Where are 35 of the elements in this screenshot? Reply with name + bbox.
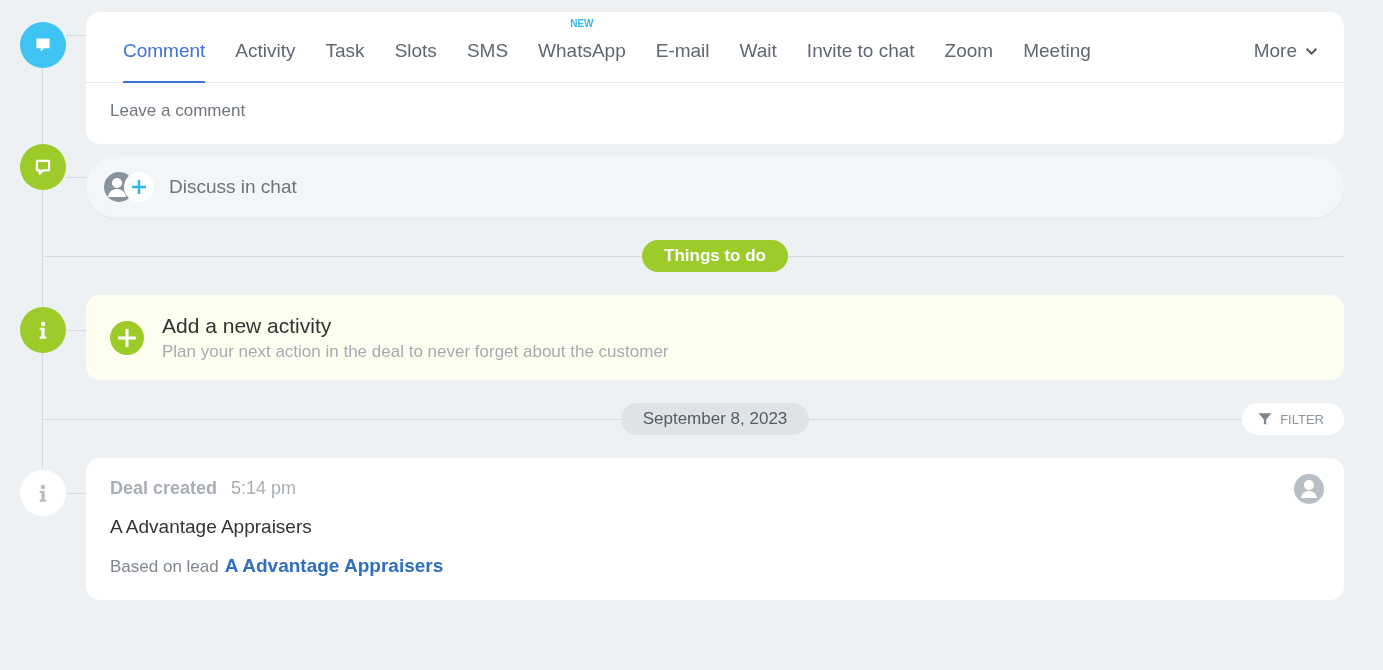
comment-field[interactable]: Leave a comment (110, 101, 710, 121)
tab[interactable]: WhatsApp (538, 40, 626, 83)
tab[interactable]: Invite to chat (806, 40, 915, 83)
tab[interactable]: Meeting (1023, 40, 1091, 83)
funnel-icon (1258, 412, 1273, 426)
tab[interactable]: SMS (466, 40, 509, 83)
comment-icon (20, 22, 66, 68)
filter-button[interactable]: FILTER (1242, 403, 1344, 435)
tab[interactable]: Activity (235, 40, 296, 83)
tab[interactable]: Task (325, 40, 365, 83)
plus-icon (110, 320, 144, 355)
chat-card[interactable]: Discuss in chat (86, 156, 1344, 218)
date-label: September 8, 2023 (620, 403, 810, 435)
info-icon (20, 470, 66, 516)
new-label: NEW (569, 18, 595, 29)
user-avatar-icon (1294, 474, 1324, 504)
source-label: Based on lead (110, 557, 219, 577)
tab[interactable]: E-mail (655, 40, 710, 83)
lead-link[interactable]: A Advantage Appraisers (224, 555, 444, 577)
chevron-down-icon (1305, 46, 1318, 56)
more-tab[interactable]: More (1253, 40, 1318, 83)
activity-title: Add a new activity (162, 313, 333, 338)
tab[interactable]: Slots (394, 40, 437, 83)
chat-bubble-icon (20, 144, 66, 190)
event-text: A Advantage Appraisers (110, 516, 313, 538)
activity-description: Plan your next action in the deal to never forget about the customer (162, 341, 669, 362)
activity-card[interactable]: Add a new activity Plan your next action in the deal to never forget about the customer (86, 295, 1344, 380)
chat-label: Discuss in chat (169, 176, 297, 198)
tab[interactable]: Zoom (944, 40, 994, 83)
event-title: Deal created (110, 478, 218, 499)
tab[interactable]: Comment (123, 40, 206, 83)
section-label: Things to do (642, 240, 788, 272)
event-time: 5:14 pm (231, 478, 297, 499)
info-icon (20, 307, 66, 353)
tab[interactable]: Wait (739, 40, 777, 83)
